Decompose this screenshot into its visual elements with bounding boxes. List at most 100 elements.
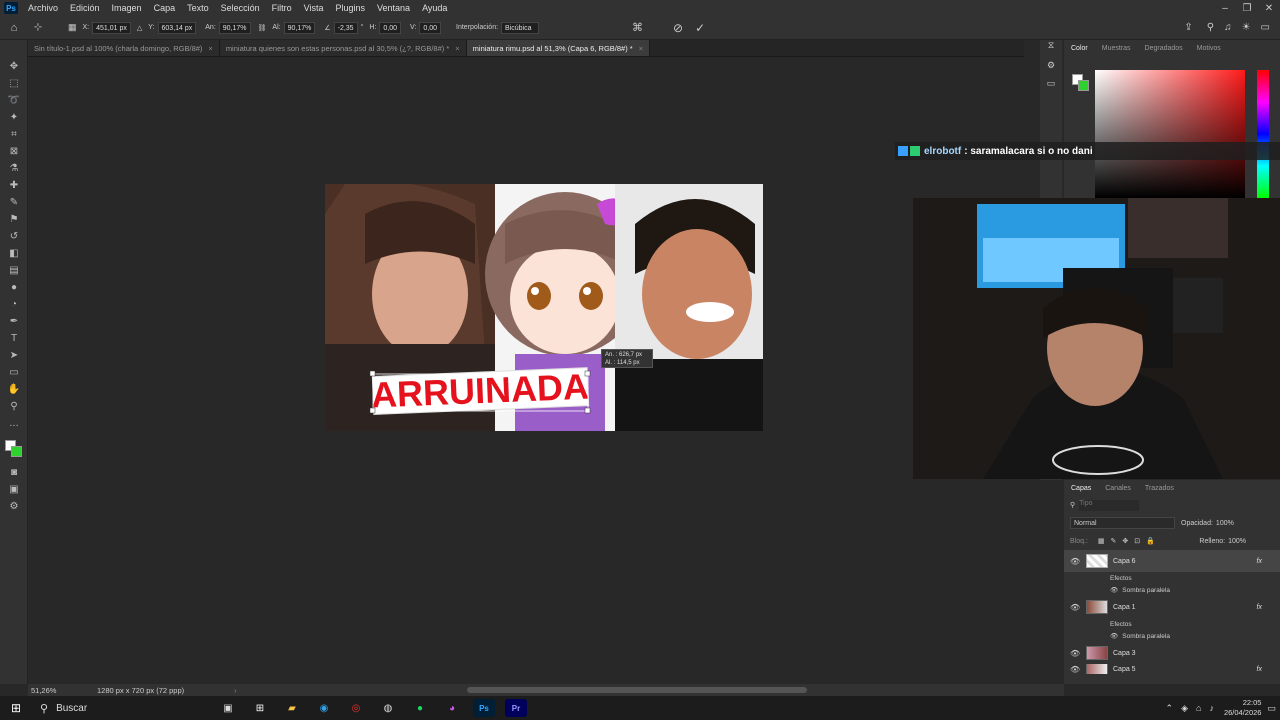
path-select-icon[interactable]: ➤ xyxy=(0,347,28,364)
comments-icon[interactable]: ▭ xyxy=(1040,78,1062,96)
fx-icon[interactable]: fx xyxy=(1257,604,1262,611)
quick-mask-icon[interactable]: ◙ xyxy=(0,464,28,481)
dodge-icon[interactable]: ◔ xyxy=(0,296,28,313)
interpolation-select[interactable]: Bicúbica xyxy=(501,21,540,34)
premiere-taskbar-icon[interactable]: Pr xyxy=(505,699,527,717)
move-tool-icon[interactable]: ⊹ xyxy=(28,22,48,33)
discord-icon[interactable]: ◕ xyxy=(441,699,463,717)
menu-ventana[interactable]: Ventana xyxy=(371,3,416,13)
close-icon[interactable]: × xyxy=(455,44,459,53)
eraser-icon[interactable]: ◧ xyxy=(0,245,28,262)
hskew-field[interactable]: 0,00 xyxy=(379,21,402,34)
y-field[interactable]: 603,14 px xyxy=(157,21,197,34)
properties-icon[interactable]: ⚙ xyxy=(1040,60,1062,78)
taskbar-search[interactable]: ⚲ Buscar xyxy=(32,696,212,720)
tab-canales[interactable]: Canales xyxy=(1098,485,1138,492)
minimize-icon[interactable]: – xyxy=(1214,3,1236,14)
lightbulb-icon[interactable]: ☀ xyxy=(1242,22,1251,33)
type-icon[interactable]: T xyxy=(0,330,28,347)
menu-archivo[interactable]: Archivo xyxy=(22,3,64,13)
menu-edicion[interactable]: Edición xyxy=(64,3,106,13)
frame-icon[interactable]: ⊠ xyxy=(0,143,28,160)
hand-icon[interactable]: ✋ xyxy=(0,381,28,398)
share-icon[interactable]: ⇪ xyxy=(1184,22,1192,33)
brush-icon[interactable]: ✎ xyxy=(0,194,28,211)
rectangle-icon[interactable]: ▭ xyxy=(0,364,28,381)
crop-icon[interactable]: ⌗ xyxy=(0,126,28,143)
screen-mode-icon[interactable]: ▣ xyxy=(0,481,28,498)
more-tools-icon[interactable]: … xyxy=(0,415,28,432)
angle-field[interactable]: -2,35 xyxy=(333,21,358,34)
commit-transform-icon[interactable]: ✓ xyxy=(695,21,705,35)
stamp-icon[interactable]: ⚑ xyxy=(0,211,28,228)
file-explorer-icon[interactable]: ▰ xyxy=(281,699,303,717)
tab-miniatura-quienes[interactable]: miniatura quienes son estas personas.psd… xyxy=(219,40,467,56)
layer-capa-5[interactable]: 👁 Capa 5 fx xyxy=(1064,664,1280,674)
menu-texto[interactable]: Texto xyxy=(181,3,215,13)
search-icon[interactable]: ⚲ xyxy=(1207,22,1214,33)
zoom-level[interactable]: 51,26% xyxy=(31,686,91,695)
hue-slider[interactable] xyxy=(1257,70,1269,198)
fx-icon[interactable]: fx xyxy=(1257,666,1262,673)
marquee-icon[interactable]: ⬚ xyxy=(0,75,28,92)
bell-icon[interactable]: ♫ xyxy=(1224,22,1232,33)
lock-icons[interactable]: ▦✎✥⊡🔒 xyxy=(1098,537,1161,545)
link-icon[interactable]: ⛓ xyxy=(258,24,267,32)
healing-icon[interactable]: ✚ xyxy=(0,177,28,194)
clock[interactable]: 22:05 26/04/2026 xyxy=(1224,698,1262,718)
transform-handle-tr[interactable] xyxy=(584,370,591,377)
visibility-eye-icon[interactable]: 👁 xyxy=(1070,557,1080,566)
layer-capa-6[interactable]: 👁 Capa 6 fx xyxy=(1064,550,1280,572)
delta-icon[interactable]: △ xyxy=(137,24,142,32)
layer-filter-input[interactable]: Tipo xyxy=(1079,499,1140,511)
layer-effects-group[interactable]: Efectos xyxy=(1064,618,1280,630)
horizontal-scrollbar[interactable] xyxy=(466,687,807,693)
transform-handle-br[interactable] xyxy=(584,407,591,414)
tab-capas[interactable]: Capas xyxy=(1064,485,1098,492)
photoshop-taskbar-icon[interactable]: Ps xyxy=(473,699,495,717)
layer-effect-item[interactable]: 👁 Sombra paralela xyxy=(1064,584,1280,596)
home-icon[interactable]: ⌂ xyxy=(0,22,28,34)
reference-point-icon[interactable]: ▦ xyxy=(68,22,77,33)
windows-start-icon[interactable]: ⊞ xyxy=(5,699,27,717)
warp-icon[interactable]: ⌘ xyxy=(632,21,643,34)
color-swatches[interactable] xyxy=(0,432,27,464)
effect-eye-icon[interactable]: 👁 xyxy=(1110,586,1118,594)
fill-field[interactable]: 100% xyxy=(1228,538,1246,545)
opacity-field[interactable]: 100% xyxy=(1216,520,1234,527)
bg-color-chip[interactable] xyxy=(1078,80,1089,91)
volume-icon[interactable]: ♪ xyxy=(1209,703,1214,713)
document-info[interactable]: 1280 px x 720 px (72 ppp) xyxy=(97,686,184,695)
edge-icon[interactable]: ◉ xyxy=(313,699,335,717)
tab-muestras[interactable]: Muestras xyxy=(1095,45,1138,52)
status-arrow-icon[interactable]: › xyxy=(234,686,237,695)
gradient-icon[interactable]: ▤ xyxy=(0,262,28,279)
task-view-icon[interactable]: ▣ xyxy=(217,699,239,717)
background-color-swatch[interactable] xyxy=(11,446,22,457)
menu-vista[interactable]: Vista xyxy=(298,3,330,13)
menu-seleccion[interactable]: Selección xyxy=(215,3,266,13)
close-icon[interactable]: × xyxy=(208,44,212,53)
visibility-eye-icon[interactable]: 👁 xyxy=(1070,603,1080,612)
width-field[interactable]: 90,17% xyxy=(218,21,251,34)
menu-ayuda[interactable]: Ayuda xyxy=(416,3,453,13)
vskew-field[interactable]: 0,00 xyxy=(419,21,442,34)
tab-color[interactable]: Color xyxy=(1064,45,1095,52)
edit-toolbar-icon[interactable]: ⚙ xyxy=(0,498,28,515)
tab-trazados[interactable]: Trazados xyxy=(1138,485,1181,492)
layer-effect-item[interactable]: 👁 Sombra paralela xyxy=(1064,630,1280,642)
color-field[interactable] xyxy=(1095,70,1245,198)
menu-filtro[interactable]: Filtro xyxy=(266,3,298,13)
move-icon[interactable]: ✥ xyxy=(0,58,28,75)
magic-wand-icon[interactable]: ✦ xyxy=(0,109,28,126)
zoom-icon[interactable]: ⚲ xyxy=(0,398,28,415)
cancel-transform-icon[interactable]: ⊘ xyxy=(673,21,683,35)
x-field[interactable]: 451,01 px xyxy=(92,21,131,34)
tab-motivos[interactable]: Motivos xyxy=(1190,45,1228,52)
tab-miniatura-rimu[interactable]: miniatura rimu.psd al 51,3% (Capa 6, RGB… xyxy=(466,40,651,56)
spotify-icon[interactable]: ● xyxy=(409,699,431,717)
menu-imagen[interactable]: Imagen xyxy=(106,3,148,13)
tab-sin-titulo[interactable]: Sin título-1.psd al 100% (charla domingo… xyxy=(28,40,220,56)
maximize-icon[interactable]: ❐ xyxy=(1236,3,1258,14)
lasso-icon[interactable]: ➰ xyxy=(0,92,28,109)
